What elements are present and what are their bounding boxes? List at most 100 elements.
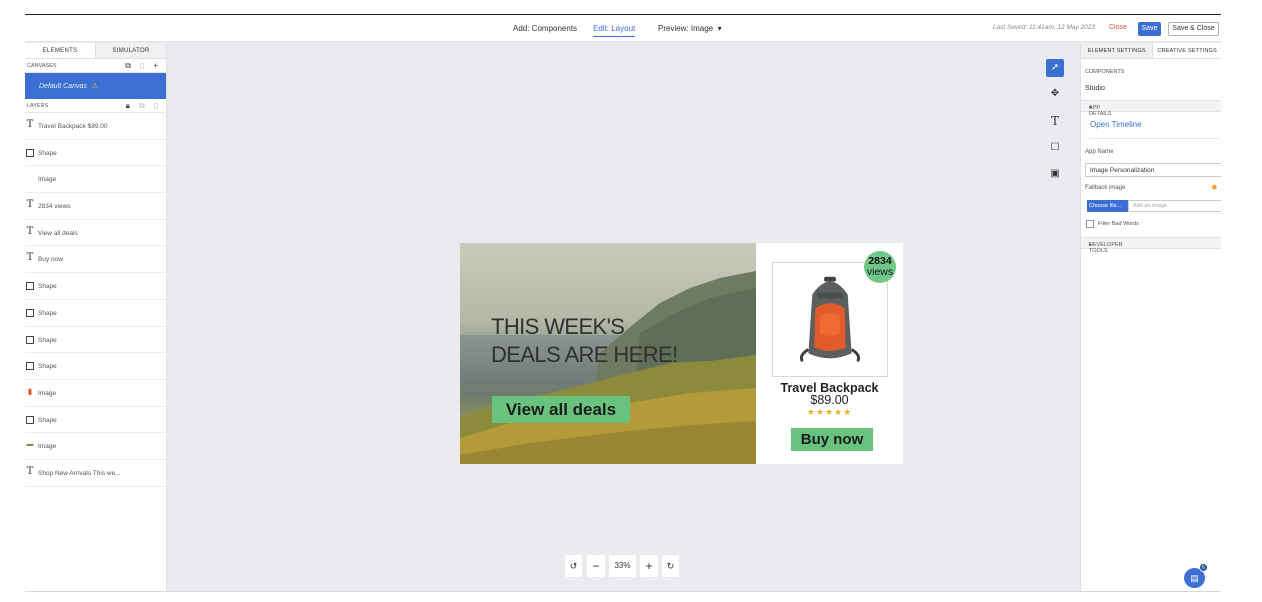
text-icon: T	[26, 252, 34, 264]
duplicate-icon[interactable]: ⧉	[139, 101, 145, 111]
canvases-header: CANVASES ⧉ ▯ +	[25, 59, 166, 73]
layer-item[interactable]: Image	[25, 166, 166, 194]
shape-tool-icon[interactable]: ☐	[1046, 139, 1064, 157]
layer-list: T Travel Backpack $89.00 Shape Image T 2834 v…	[25, 113, 166, 487]
layer-item[interactable]: Shape	[25, 140, 166, 167]
save-button[interactable]: Save	[1138, 22, 1161, 36]
app-name-label: App Name	[1085, 149, 1114, 155]
left-tabs: ELEMENTS SIMULATOR	[25, 43, 166, 59]
canvas-item-label: Default Canvas	[39, 83, 87, 90]
right-tabs: ELEMENT SETTINGS CREATIVE SETTINGS	[1081, 43, 1221, 59]
shape-icon	[26, 415, 34, 424]
canvas-item-default[interactable]: Default Canvas ⚠	[25, 73, 166, 99]
redo-icon[interactable]: ↻	[662, 555, 679, 577]
buy-now-button[interactable]: Buy now	[791, 428, 873, 451]
delete-icon[interactable]: ▯	[154, 101, 158, 111]
last-saved-status: Last Saved: 11:41am, 12 May 2023	[992, 24, 1095, 31]
top-bar: Add: Components Edit: Layout Preview: Im…	[25, 15, 1221, 42]
app-name-field[interactable]: Image Personalization	[1085, 163, 1221, 177]
shape-icon	[26, 148, 34, 157]
views-label: views	[866, 266, 894, 278]
undo-icon[interactable]: ↺	[565, 555, 582, 577]
canvases-label: CANVASES	[27, 63, 57, 69]
layer-label: Shape	[38, 416, 57, 424]
layer-label: Image	[38, 389, 57, 397]
layer-label: Shape	[38, 283, 57, 291]
developer-tools-text: DEVELOPER TOOLS	[1089, 242, 1123, 254]
text-icon: T	[26, 119, 34, 130]
layer-label: Shape	[38, 336, 57, 344]
lock-icon[interactable]: 🔒︎	[126, 101, 130, 111]
zoom-in-button[interactable]: +	[640, 555, 658, 577]
tab-creative-settings[interactable]: CREATIVE SETTINGS	[1153, 43, 1221, 58]
components-value: Studio	[1085, 85, 1105, 92]
layer-item[interactable]: Shape	[25, 273, 166, 300]
layer-label: Shape	[38, 363, 57, 371]
views-badge[interactable]: 2834 views	[864, 251, 896, 283]
layer-item[interactable]: T Shop New Arrivals This we...	[25, 460, 166, 487]
layer-label: Image	[38, 443, 57, 451]
layer-item[interactable]: ▬ Image	[25, 433, 166, 460]
layer-item[interactable]: T View all deals	[25, 220, 166, 247]
chevron-down-icon: ▾	[717, 24, 722, 33]
shape-icon	[26, 282, 34, 291]
ad-creative[interactable]: THIS WEEK'S DEALS ARE HERE! View all dea…	[460, 243, 903, 464]
landscape-thumb-icon: ▬	[26, 441, 34, 449]
layer-item[interactable]: Shape	[25, 300, 166, 327]
text-icon: T	[26, 199, 34, 211]
trash-icon[interactable]: ▯	[140, 61, 144, 71]
view-all-deals-button[interactable]: View all deals	[492, 396, 630, 423]
layer-label: Travel Backpack $89.00	[38, 123, 108, 130]
text-tool-icon[interactable]: T	[1046, 112, 1064, 130]
right-panel: ELEMENT SETTINGS CREATIVE SETTINGS COMPO…	[1080, 43, 1221, 591]
layer-item[interactable]: T Travel Backpack $89.00	[25, 113, 166, 140]
components-label: COMPONENTS	[1085, 69, 1125, 75]
filter-bad-words-checkbox[interactable]	[1086, 220, 1094, 228]
zoom-out-button[interactable]: −	[587, 555, 605, 577]
layer-item[interactable]: ▮ Image	[25, 380, 166, 407]
chat-badge: 6	[1199, 563, 1208, 572]
tab-elements[interactable]: ELEMENTS	[25, 43, 95, 58]
layer-item[interactable]: Shape	[25, 407, 166, 434]
tab-element-settings[interactable]: ELEMENT SETTINGS	[1081, 43, 1154, 58]
nav-preview-image[interactable]: Preview: Image ▾	[658, 24, 722, 33]
open-timeline-link[interactable]: Open Timeline	[1090, 120, 1142, 129]
nav-edit-layout[interactable]: Edit: Layout	[593, 24, 636, 37]
image-tool-icon[interactable]: ▣	[1046, 165, 1064, 183]
move-tool-icon[interactable]: ✥	[1046, 85, 1064, 103]
backpack-thumb-icon: ▮	[27, 386, 33, 396]
app-details-section[interactable]: ▾ APP DETAILS	[1081, 100, 1221, 117]
close-button[interactable]: Close	[1109, 24, 1127, 31]
text-icon: T	[26, 465, 34, 477]
headline-text[interactable]: THIS WEEK'S DEALS ARE HERE!	[491, 313, 678, 369]
divider	[1089, 138, 1219, 139]
headline-line-1: THIS WEEK'S	[491, 314, 625, 339]
shape-icon	[26, 362, 34, 371]
add-image-field[interactable]: Add an image	[1128, 200, 1221, 212]
layer-label: 2834 views	[38, 203, 71, 211]
layer-label: Image	[38, 176, 57, 184]
fallback-image-label: Fallback image	[1085, 185, 1126, 191]
warning-icon: ⚠	[91, 83, 99, 90]
developer-tools-section[interactable]: ▸ DEVELOPER TOOLS	[1081, 237, 1221, 254]
shape-icon	[26, 335, 34, 344]
layer-label: Shape	[38, 149, 57, 157]
copy-icon[interactable]: ⧉	[125, 61, 131, 71]
nav-add-components[interactable]: Add: Components	[513, 24, 577, 33]
select-tool-icon[interactable]: ➚	[1046, 59, 1064, 77]
tab-simulator[interactable]: SIMULATOR	[95, 43, 166, 58]
layer-item[interactable]: Shape	[25, 327, 166, 354]
layers-header: LAYERS 🔒︎ ⧉ ▯	[25, 99, 166, 113]
layer-item[interactable]: T 2834 views	[25, 193, 166, 220]
text-icon: T	[26, 225, 34, 237]
layer-label: View all deals	[38, 229, 78, 237]
choose-file-button[interactable]: Choose file...	[1087, 200, 1128, 212]
layer-item[interactable]: T Buy now	[25, 246, 166, 274]
settings-gear-icon[interactable]: ✹	[1211, 183, 1218, 192]
add-icon[interactable]: +	[153, 61, 158, 71]
product-price[interactable]: $89.00	[756, 393, 903, 407]
layer-item[interactable]: Shape	[25, 353, 166, 380]
save-and-close-button[interactable]: Save & Close	[1168, 22, 1219, 36]
layer-label: Shop New Arrivals This we...	[38, 469, 121, 477]
hero-image[interactable]: THIS WEEK'S DEALS ARE HERE! View all dea…	[460, 243, 756, 464]
